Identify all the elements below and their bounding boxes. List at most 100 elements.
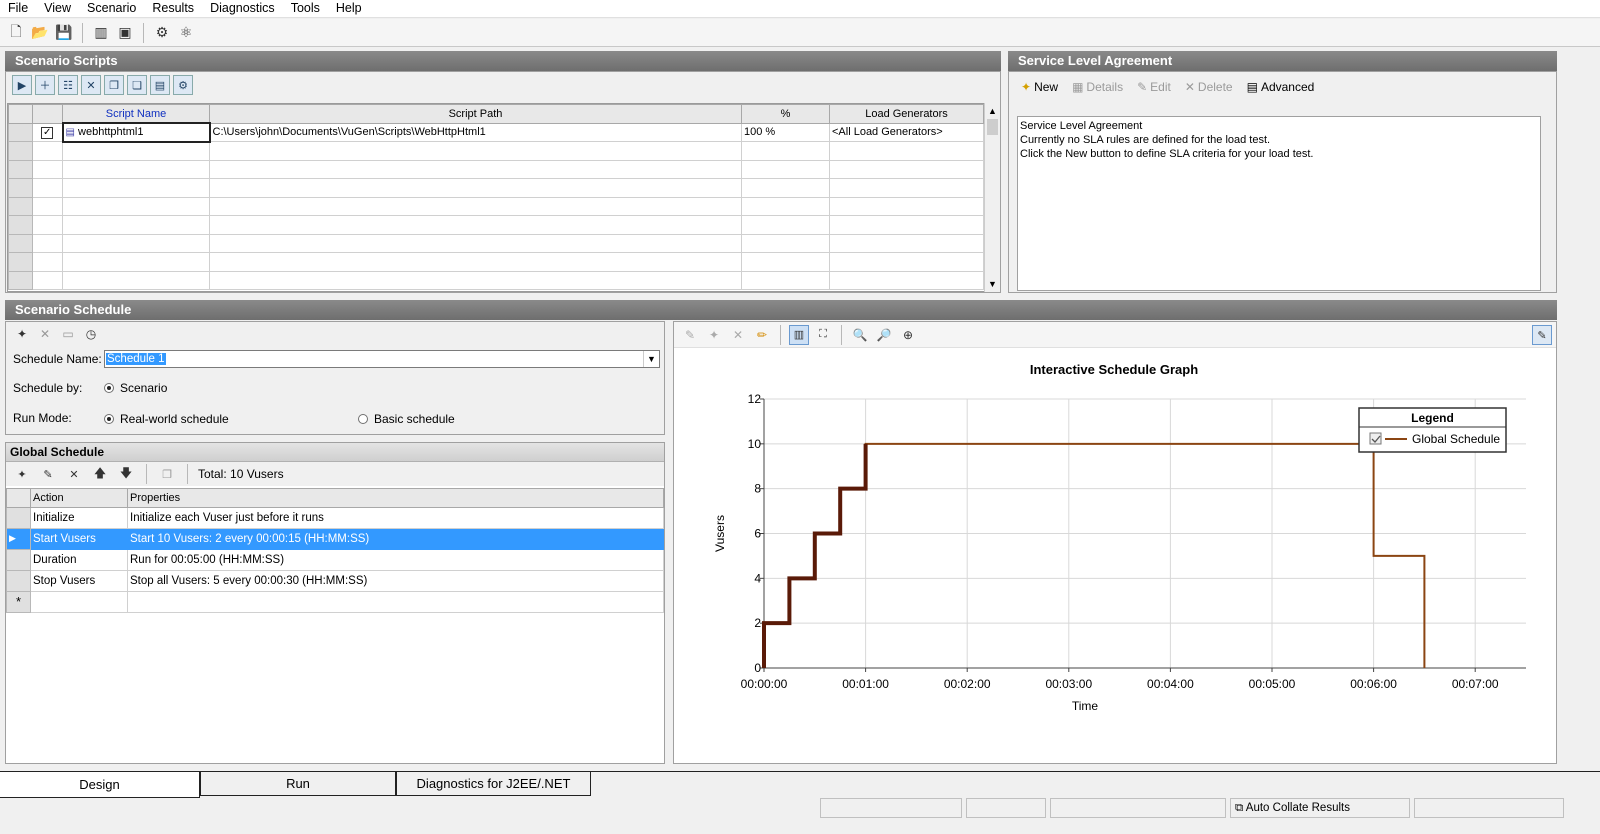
sla-edit-button[interactable]: ✎ Edit [1137,80,1171,94]
view-script-icon[interactable]: ▤ [150,75,170,95]
table-cell[interactable] [741,178,830,198]
script-enabled-cell[interactable]: ✓ [32,122,63,142]
scroll-down-arrow[interactable]: ▼ [985,276,1000,292]
script-name-cell[interactable]: ▤ webhttphtml1 [61,122,211,143]
table-cell[interactable] [127,590,664,613]
table-row[interactable] [8,159,984,179]
graph-settings-icon[interactable]: ✎ [1532,325,1552,345]
table-cell[interactable] [62,141,210,161]
table-cell[interactable] [829,233,984,253]
scroll-up-arrow[interactable]: ▲ [985,103,1000,119]
run-mode-basic-radio[interactable]: Basic schedule [358,412,455,426]
properties-cell[interactable]: Start 10 Vusers: 2 every 00:00:15 (HH:MM… [127,527,664,550]
tab-diagnostics[interactable]: Diagnostics for J2EE/.NET [396,772,591,796]
col-header-action[interactable]: Action [30,488,128,508]
row-header[interactable] [8,252,33,272]
add-action-icon[interactable]: ✦ [12,464,32,484]
fit-view-icon[interactable]: ⛶ [813,325,833,345]
table-cell[interactable] [62,159,210,179]
rename-schedule-icon[interactable]: ▭ [58,324,78,344]
menu-tools[interactable]: Tools [283,0,328,17]
add-script-icon[interactable]: ＋ [35,75,55,95]
row-header[interactable] [8,159,33,179]
schedule-clock-icon[interactable]: ◷ [81,324,101,344]
sla-delete-button[interactable]: ✕ Delete [1185,80,1233,94]
chevron-down-icon[interactable]: ▼ [643,351,659,367]
delete-schedule-icon[interactable]: ✕ [35,324,55,344]
row-header[interactable]: ▶ [6,527,31,550]
properties-cell[interactable]: Stop all Vusers: 5 every 00:00:30 (HH:MM… [127,569,664,592]
pencil-icon[interactable]: ✏ [752,325,772,345]
copy-action-icon[interactable]: ❐ [157,464,177,484]
col-header-script-name[interactable]: Script Name [62,104,210,124]
script-load-generators-cell[interactable]: <All Load Generators> [829,122,984,142]
row-header[interactable] [6,548,31,571]
delete-action-icon[interactable]: ✕ [64,464,84,484]
table-cell[interactable] [829,159,984,179]
table-cell[interactable] [32,196,63,216]
table-cell[interactable] [829,196,984,216]
auto-collate-status[interactable]: ⧉ Auto Collate Results [1230,798,1410,818]
load-generators-icon[interactable]: ▥ [91,23,111,43]
row-header[interactable] [6,569,31,592]
table-cell[interactable] [829,178,984,198]
table-cell[interactable] [62,215,210,235]
script-details-icon[interactable]: ☷ [58,75,78,95]
move-down-icon[interactable]: 🡇 [116,464,136,484]
table-cell[interactable] [209,270,742,290]
schedule-by-scenario-radio[interactable]: Scenario [104,381,167,395]
runtime-settings-icon[interactable]: ⚙ [173,75,193,95]
properties-cell[interactable]: Run for 00:05:00 (HH:MM:SS) [127,548,664,571]
col-header-script-path[interactable]: Script Path [209,104,742,124]
run-script-icon[interactable]: ▶ [12,75,32,95]
table-cell[interactable] [829,215,984,235]
table-row[interactable]: * [6,590,664,613]
table-cell[interactable] [62,233,210,253]
table-row[interactable] [8,270,984,290]
zoom-in-icon[interactable]: 🔍 [850,325,870,345]
col-header-percent[interactable]: % [741,104,830,124]
table-cell[interactable] [62,178,210,198]
open-folder-icon[interactable]: 📂 [30,23,50,43]
results-icon[interactable]: ⚛ [176,23,196,43]
properties-cell[interactable]: Initialize each Vuser just before it run… [127,506,664,529]
table-row[interactable]: ▶ Start Vusers Start 10 Vusers: 2 every … [6,527,664,550]
chart-legend[interactable]: Legend Global Schedule [1358,407,1507,453]
new-row-marker[interactable]: * [6,590,31,613]
sla-new-button[interactable]: ✦ New [1021,80,1058,94]
action-cell[interactable]: Initialize [30,506,128,529]
table-cell[interactable] [741,159,830,179]
table-row[interactable] [8,252,984,272]
table-cell[interactable] [32,252,63,272]
table-cell[interactable] [32,215,63,235]
table-cell[interactable] [829,141,984,161]
table-cell[interactable] [32,270,63,290]
graph-view-icon[interactable]: ▥ [789,324,809,345]
schedule-name-dropdown[interactable]: Schedule 1 ▼ [104,350,660,368]
menu-help[interactable]: Help [328,0,370,17]
table-cell[interactable] [62,270,210,290]
scroll-thumb[interactable] [987,119,998,135]
table-row[interactable] [8,233,984,253]
menu-diagnostics[interactable]: Diagnostics [202,0,283,17]
graph-delete-icon[interactable]: ✕ [728,325,748,345]
table-row[interactable] [8,196,984,216]
table-row[interactable] [8,215,984,235]
graph-add-icon[interactable]: ✦ [704,325,724,345]
table-row[interactable]: ✓ ▤ webhttphtml1 C:\Users\john\Documents… [8,122,984,143]
table-cell[interactable] [32,178,63,198]
move-up-icon[interactable]: 🡅 [90,464,110,484]
table-cell[interactable] [209,141,742,161]
col-header-properties[interactable]: Properties [127,488,664,508]
table-cell[interactable] [741,141,830,161]
zoom-out-icon[interactable]: 🔎 [874,325,894,345]
table-row[interactable] [8,141,984,161]
run-mode-realworld-radio[interactable]: Real-world schedule [104,412,229,426]
table-row[interactable]: Initialize Initialize each Vuser just be… [6,506,664,529]
table-cell[interactable] [741,233,830,253]
row-header[interactable] [8,233,33,253]
new-scenario-icon[interactable]: 🗋 [6,23,26,43]
graph-edit-icon[interactable]: ✎ [680,325,700,345]
schedule-graph[interactable]: Interactive Schedule Graph 00:00:00 00:01… [674,349,1556,763]
table-cell[interactable] [32,159,63,179]
